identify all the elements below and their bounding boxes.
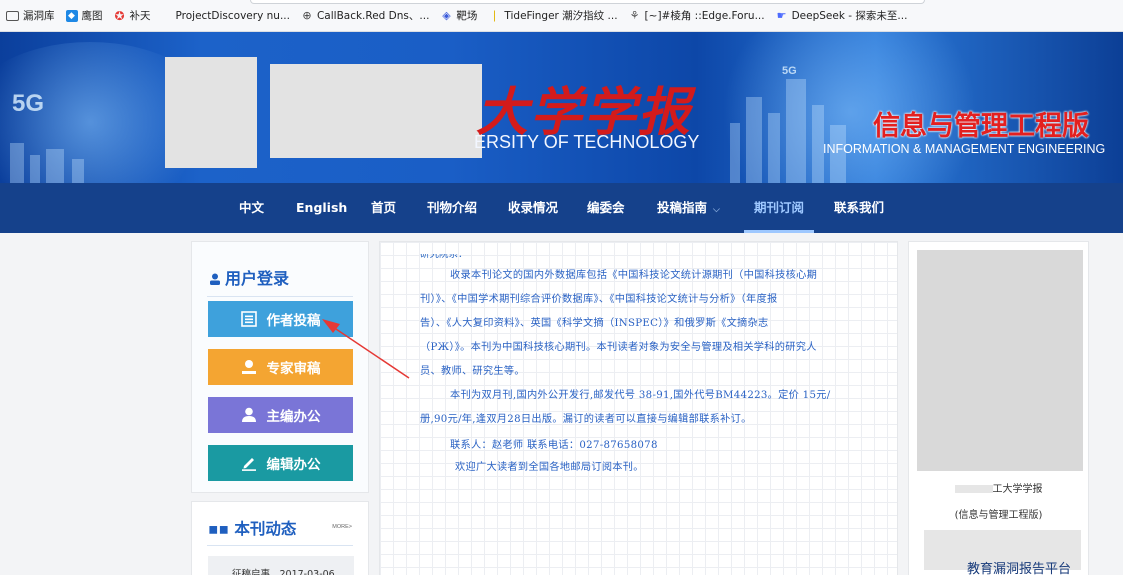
nav-contact[interactable]: 联系我们 <box>834 183 884 233</box>
journal-name-text: 工大学学报 <box>992 484 1043 495</box>
content-line: 收录本刊论文的国内外数据库包括《中国科技论文统计源期刊（中国科技核心期 <box>450 270 818 281</box>
redacted-title <box>270 64 482 158</box>
editor-office-button[interactable]: 编辑办公 <box>208 445 353 481</box>
bookmark-tidefinger[interactable]: ❘ TideFinger 潮汐指纹 ... <box>488 8 618 23</box>
clipped-text: 研究院系： <box>420 254 468 259</box>
city-skyline <box>730 123 740 183</box>
bookmark-hunter[interactable]: ◆ 鹰图 <box>65 8 103 23</box>
edition-title-cn: 信息与管理工程版 <box>873 111 1089 142</box>
site-banner: 5G 5G 大学学报 ERSITY OF TECHNOLOGY 信息与管理工程版… <box>0 32 1123 183</box>
content-line: 本刊为双月刊,国内外公开发行,邮发代号 38-91,国外代号BM44223。定价… <box>450 390 831 401</box>
divider <box>207 545 353 546</box>
city-skyline <box>746 97 762 183</box>
journal-title-en: ERSITY OF TECHNOLOGY <box>474 132 700 152</box>
content-line: 员、教师、研究生等。 <box>420 366 525 377</box>
bookmark-deepseek[interactable]: ☛ DeepSeek - 探索未至... <box>776 8 908 23</box>
nav-about[interactable]: 刊物介绍 <box>427 183 477 233</box>
bookmark-edge-forum[interactable]: ⚘ [~]#棱角 ::Edge.Foru... <box>629 8 765 23</box>
chief-editor-button[interactable]: 主编办公 <box>208 397 353 433</box>
journal-name: 工大学学报 <box>909 480 1088 495</box>
bookmark-butian[interactable]: ✪ 补天 <box>114 8 150 23</box>
news-title: ▪▪ 本刊动态 <box>208 517 296 539</box>
nav-english[interactable]: English <box>296 183 347 233</box>
author-submit-label: 作者投稿 <box>266 313 321 329</box>
deepseek-icon: ☛ <box>776 9 787 22</box>
edition-title-en: INFORMATION & MANAGEMENT ENGINEERING <box>823 142 1106 156</box>
redacted-logo <box>165 57 257 168</box>
shield-icon: ◈ <box>442 9 451 22</box>
nav-subscription[interactable]: 期刊订阅 <box>743 183 815 233</box>
city-skyline <box>72 159 84 183</box>
subscription-info-panel: 研究院系： 收录本刊论文的国内外数据库包括《中国科技论文统计源期刊（中国科技核心… <box>379 241 898 575</box>
folder-icon <box>6 10 19 21</box>
globe-icon: ⊕ <box>302 9 312 22</box>
journal-edition: (信息与管理工程版) <box>954 510 1043 521</box>
nav-indexing[interactable]: 收录情况 <box>508 183 558 233</box>
content-line: 刊）》、《中国学术期刊综合评价数据库》、《中国科技论文统计与分析》（年度报 <box>420 294 778 305</box>
journal-cover-panel: 工大学学报 (信息与管理工程版) <box>908 241 1089 575</box>
journal-news-panel: ▪▪ 本刊动态 MORE> 征稿启事 2017-03-06 <box>191 501 369 575</box>
nav-home[interactable]: 首页 <box>371 183 396 233</box>
user-icon <box>210 273 220 285</box>
bookmarks-bar: 漏洞库 ◆ 鹰图 ✪ 补天 ProjectDiscovery nu... ⊕ Call… <box>0 0 1123 32</box>
bookmark-range[interactable]: ◈ 靶场 <box>440 8 477 23</box>
content-line: 欢迎广大读者到全国各地邮局订阅本刊。 <box>455 462 644 473</box>
content-line: 册,90元/年,逢双月28日出版。漏订的读者可以直接与编辑部联系补订。 <box>420 414 752 425</box>
content-line: 告）、《人大复印资料》、英国《科学文摘（INSPEC）》和俄罗斯《文摘杂志 <box>420 318 769 329</box>
city-skyline <box>46 149 64 183</box>
grid-icon: ▪▪ <box>208 520 235 538</box>
editor-office-label: 编辑办公 <box>266 457 321 473</box>
pencil-icon <box>241 455 257 471</box>
user-login-panel: 用户登录 作者投稿 专家审稿 主编办公 编辑办公 <box>191 241 369 493</box>
leaf-icon: ❘ <box>489 9 500 22</box>
nav-editorial-board[interactable]: 编委会 <box>587 183 625 233</box>
journal-cover-image[interactable] <box>917 250 1083 471</box>
city-skyline <box>10 143 24 183</box>
more-link[interactable]: MORE> <box>332 524 352 530</box>
user-icon <box>241 407 257 423</box>
nav-submission-guide-label: 投稿指南 <box>657 200 708 215</box>
divider <box>207 296 353 297</box>
bookmark-projectdiscovery[interactable]: ProjectDiscovery nu... <box>176 10 290 22</box>
author-submit-button[interactable]: 作者投稿 <box>208 301 353 337</box>
bookmark-vuln-db[interactable]: 漏洞库 <box>6 8 55 23</box>
banner-5g-right: 5G <box>782 65 797 77</box>
nav-chinese[interactable]: 中文 <box>239 183 264 233</box>
document-icon <box>240 311 257 327</box>
news-title-text: 本刊动态 <box>234 520 297 538</box>
bookmark-callback[interactable]: ⊕ CallBack.Red Dns、... <box>301 8 429 23</box>
news-item[interactable]: 征稿启事 2017-03-06 <box>208 556 354 575</box>
main-nav: 中文 English 首页 刊物介绍 收录情况 编委会 投稿指南 ⌵ 期刊订阅 联… <box>0 183 1123 233</box>
star-icon: ✪ <box>114 8 125 23</box>
redacted-text <box>954 485 993 493</box>
nav-submission-guide[interactable]: 投稿指南 ⌵ <box>657 183 720 233</box>
banner-5g-left: 5G <box>12 90 45 117</box>
city-skyline <box>786 79 806 183</box>
city-skyline <box>30 155 40 183</box>
login-title: 用户登录 <box>209 265 289 289</box>
address-bar-stub[interactable] <box>250 0 925 4</box>
city-skyline <box>768 113 780 183</box>
main-content: 用户登录 作者投稿 专家审稿 主编办公 编辑办公 ▪▪ 本刊动态 MORE> 征… <box>0 233 1123 575</box>
ant-icon: ⚘ <box>629 9 640 22</box>
eagle-icon: ◆ <box>65 9 78 22</box>
reviewer-icon <box>241 359 257 375</box>
contact-line: 联系人：赵老师 联系电话：027-87658078 <box>450 440 658 451</box>
expert-review-label: 专家审稿 <box>266 361 321 377</box>
edu-platform-watermark: 教育漏洞报告平台 <box>967 562 1072 575</box>
chief-editor-label: 主编办公 <box>266 409 321 425</box>
chevron-down-icon: ⌵ <box>713 205 720 215</box>
login-title-text: 用户登录 <box>225 269 290 288</box>
content-line: （PЖ）》。本刊为中国科技核心期刊。本刊读者对象为安全与管理及相关学科的研究人 <box>420 342 817 353</box>
expert-review-button[interactable]: 专家审稿 <box>208 349 353 385</box>
